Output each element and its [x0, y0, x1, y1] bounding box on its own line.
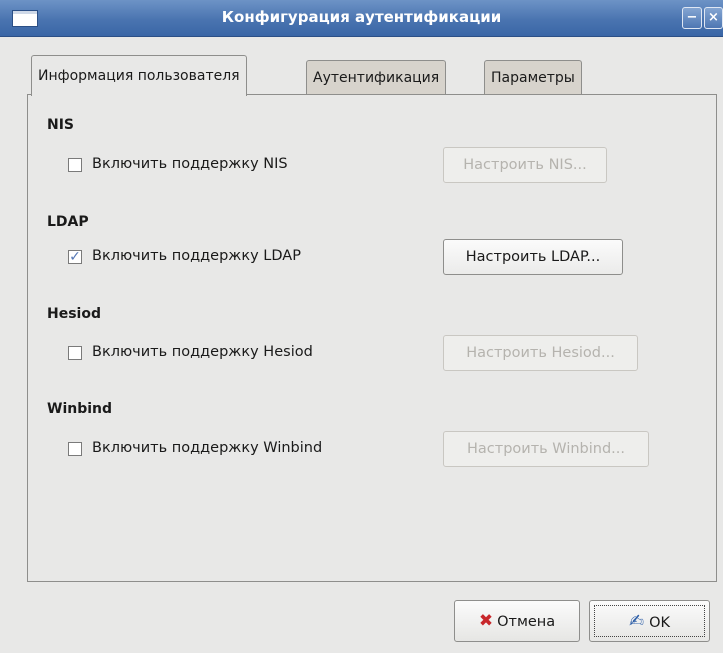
section-title-ldap: LDAP — [47, 214, 89, 230]
checkmark-icon: ✓ — [69, 249, 81, 265]
tab-options[interactable]: Параметры — [484, 60, 582, 94]
cancel-button[interactable]: ✖ Отмена — [454, 600, 580, 642]
nis-checkbox[interactable] — [68, 158, 82, 172]
title-bar: Конфигурация аутентификации − × — [0, 0, 723, 37]
configure-nis-button[interactable]: Настроить NIS... — [443, 147, 607, 183]
tab-user-information[interactable]: Информация пользователя — [31, 55, 247, 96]
ldap-checkbox[interactable]: ✓ — [68, 250, 82, 264]
cancel-icon: ✖ — [478, 611, 494, 631]
winbind-checkbox-label[interactable]: Включить поддержку Winbind — [92, 440, 322, 456]
minimize-icon[interactable]: − — [682, 7, 702, 29]
cancel-button-label: Отмена — [497, 614, 556, 630]
section-title-nis: NIS — [47, 117, 75, 133]
hesiod-checkbox[interactable] — [68, 346, 82, 360]
close-icon[interactable]: × — [704, 7, 723, 29]
section-title-hesiod: Hesiod — [47, 306, 101, 322]
ok-icon: ✍ — [628, 611, 645, 632]
configure-ldap-button[interactable]: Настроить LDAP... — [443, 239, 623, 275]
winbind-checkbox[interactable] — [68, 442, 82, 456]
configure-winbind-button[interactable]: Настроить Winbind... — [443, 431, 649, 467]
ldap-checkbox-label[interactable]: Включить поддержку LDAP — [92, 248, 301, 264]
configure-hesiod-button[interactable]: Настроить Hesiod... — [443, 335, 638, 371]
window-title: Конфигурация аутентификации — [221, 8, 502, 26]
hesiod-checkbox-label[interactable]: Включить поддержку Hesiod — [92, 344, 313, 360]
ok-button[interactable]: ✍ OK — [589, 600, 710, 642]
ok-focus-ring: ✍ OK — [594, 605, 705, 637]
tab-authentication[interactable]: Аутентификация — [306, 60, 447, 94]
nis-checkbox-label[interactable]: Включить поддержку NIS — [92, 156, 288, 172]
section-title-winbind: Winbind — [47, 401, 113, 417]
ok-button-label: OK — [649, 615, 670, 631]
